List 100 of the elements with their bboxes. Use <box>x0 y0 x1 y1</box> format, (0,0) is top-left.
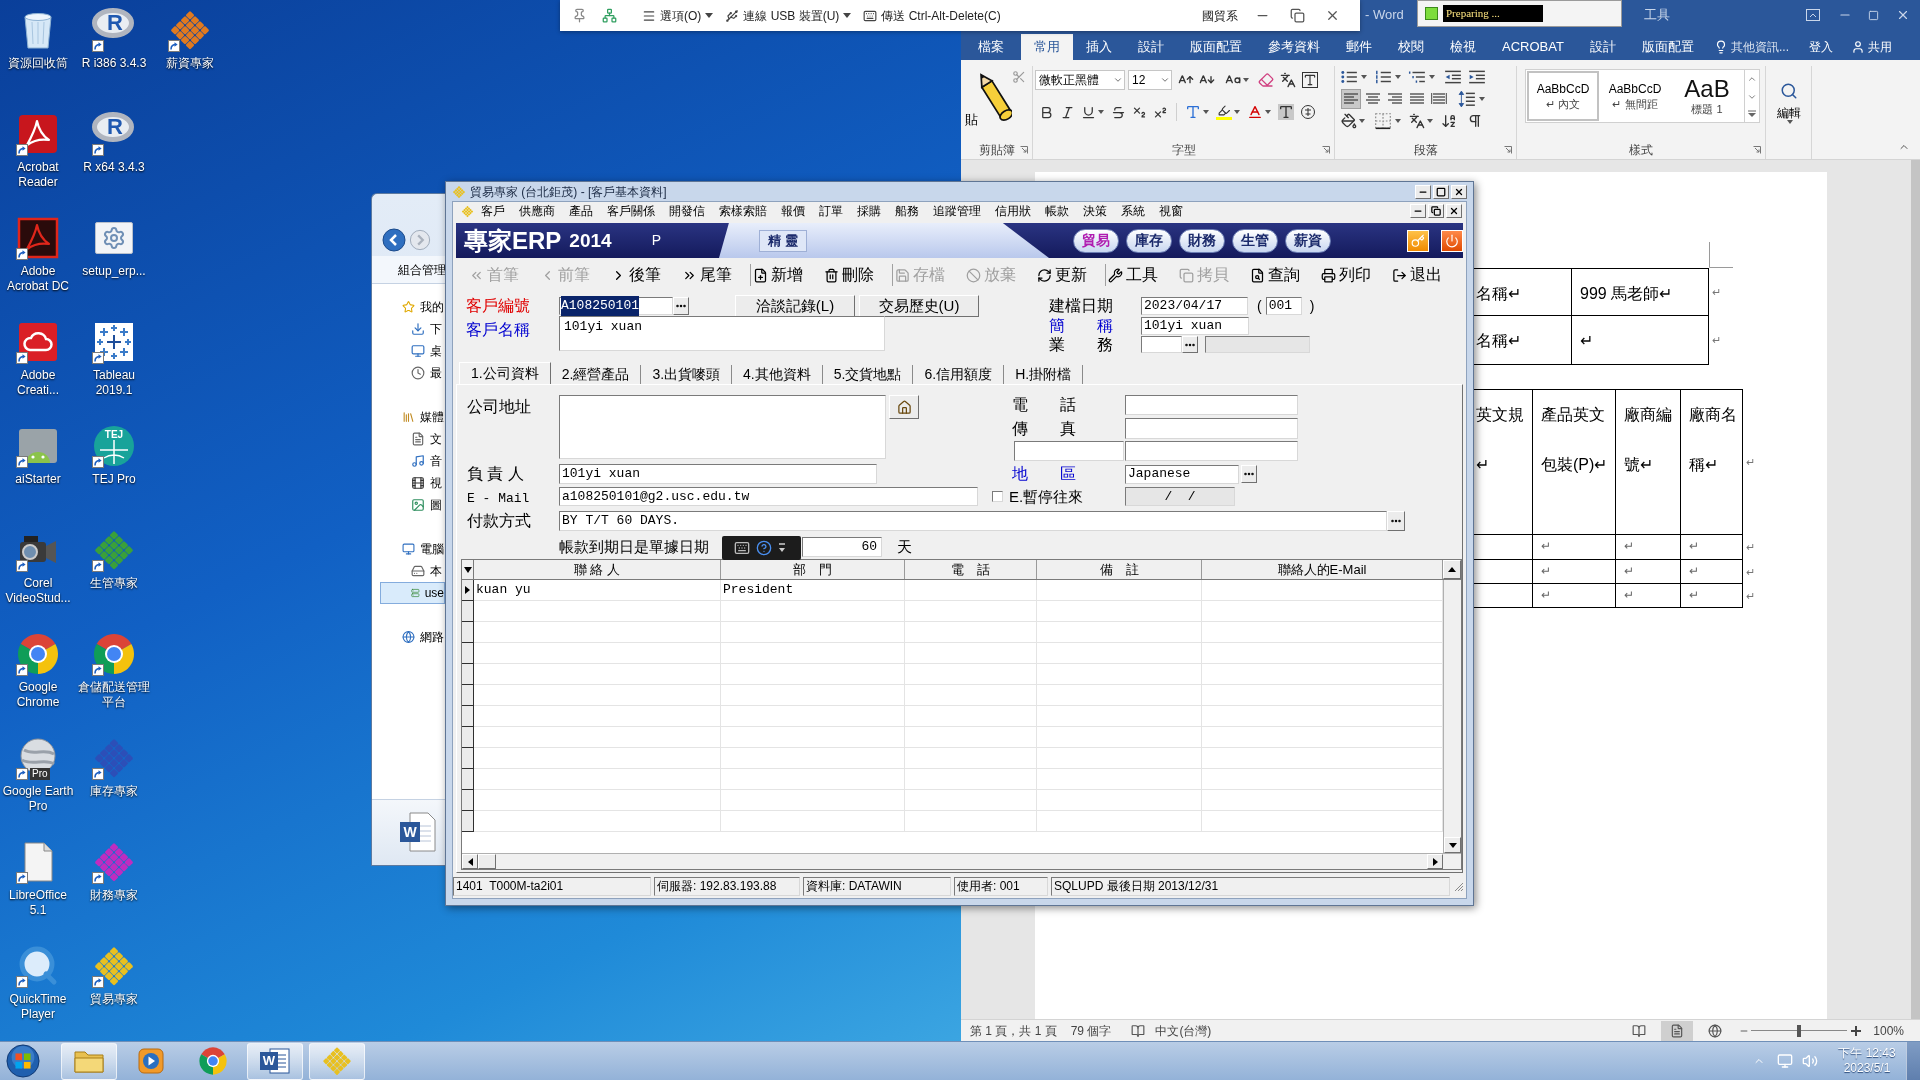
ribbon-tab[interactable]: 郵件 <box>1333 34 1385 60</box>
menu-item[interactable]: 系統 <box>1114 202 1152 220</box>
desktop-icon-label[interactable]: 庫存專家 <box>90 784 138 799</box>
checkbox-label[interactable]: E.暫停往來 <box>1009 487 1125 506</box>
column-header[interactable]: 備 註 <box>1037 560 1202 579</box>
resize-grip-icon[interactable] <box>1454 881 1464 892</box>
horizontal-scrollbar[interactable] <box>462 853 1461 869</box>
row-header[interactable] <box>462 580 474 601</box>
address-button[interactable] <box>889 395 919 419</box>
desktop-icon-label[interactable]: 倉儲配送管理平台 <box>77 680 151 710</box>
desktop-icon-label[interactable]: setup_erp... <box>82 264 146 279</box>
segmented-circle-icon[interactable] <box>16 632 60 676</box>
dialog-launcher-icon[interactable] <box>1504 146 1512 155</box>
cloud-tile-icon[interactable] <box>16 320 60 364</box>
toolbar-button[interactable]: 新增 <box>753 262 819 288</box>
swirl-tile-icon[interactable] <box>16 216 60 260</box>
nav-item[interactable]: 本 <box>380 560 445 582</box>
shaded-letter-icon[interactable] <box>1278 104 1294 120</box>
desktop-icon-label[interactable]: Adobe Acrobat DC <box>1 264 75 294</box>
swirl-tile-icon[interactable] <box>16 112 60 156</box>
outlined-letter-icon[interactable] <box>1185 104 1201 120</box>
desktop-icon-label[interactable]: Google Earth Pro <box>1 784 75 814</box>
column-header[interactable]: 聯 絡 人 <box>474 560 721 579</box>
row-header[interactable] <box>462 685 474 706</box>
checkbox[interactable] <box>992 491 1003 502</box>
start-button[interactable] <box>3 1042 43 1080</box>
paste-label[interactable]: 貼 <box>965 112 978 128</box>
ribbon-tab[interactable]: 檔案 <box>961 34 1021 60</box>
italic-icon[interactable] <box>1060 104 1075 120</box>
toolbar-button[interactable]: 查詢 <box>1250 262 1316 288</box>
form-tab[interactable]: 4.其他資料 <box>732 365 823 384</box>
minimize-button[interactable] <box>1410 204 1426 218</box>
days-field[interactable]: 60 <box>802 537 882 557</box>
eraser-icon[interactable] <box>1258 72 1274 88</box>
menu-item[interactable]: 客戶關係 <box>600 202 662 220</box>
row-header[interactable] <box>462 790 474 811</box>
menu-item[interactable]: 帳款 <box>1038 202 1076 220</box>
ribbon-display-icon[interactable] <box>1806 9 1820 21</box>
menu-item[interactable]: 決策 <box>1076 202 1114 220</box>
power-icon[interactable] <box>1441 229 1463 252</box>
menu-item[interactable]: 報價 <box>774 202 812 220</box>
caret-icon[interactable] <box>1359 119 1365 123</box>
segmented-circle-icon[interactable] <box>92 632 136 676</box>
fax-field[interactable] <box>1125 418 1298 439</box>
caret-icon[interactable] <box>1427 119 1433 123</box>
nav-item[interactable]: 音 <box>380 450 445 472</box>
subscript-icon[interactable] <box>1132 104 1147 120</box>
row-header[interactable] <box>462 727 474 748</box>
desktop-icon-label[interactable]: 貿易專家 <box>90 992 138 1007</box>
ribbon-tab[interactable]: 版面配置 <box>1628 34 1707 60</box>
close-icon[interactable] <box>1325 8 1340 23</box>
pin-icon[interactable] <box>572 8 587 23</box>
form-tab[interactable]: H.掛附檔 <box>1004 365 1084 384</box>
open-book-icon[interactable] <box>1131 1023 1146 1038</box>
style-item[interactable]: AaB 標題 1 <box>1671 71 1743 121</box>
desktop-icon-label[interactable]: Adobe Creati... <box>1 368 75 398</box>
desktop-icon-label[interactable]: 薪資專家 <box>166 56 214 71</box>
line-spacing-icon[interactable] <box>1457 89 1477 109</box>
ellipsis-button[interactable] <box>1241 465 1257 483</box>
module-button[interactable]: 貿易 <box>1073 228 1119 253</box>
desktop-icon-label[interactable]: aiStarter <box>15 472 61 487</box>
letter-r-logo-icon[interactable]: R <box>92 112 136 143</box>
caret-icon[interactable] <box>1234 110 1240 114</box>
languages-icon[interactable] <box>1409 113 1425 129</box>
desktop-icon-label[interactable]: 資源回收筒 <box>8 56 68 71</box>
form-tab[interactable]: 5.交貨地點 <box>822 365 914 384</box>
boxed-letter-icon[interactable] <box>1302 72 1318 88</box>
style-item[interactable]: AaBbCcD ↵ 內文 <box>1527 71 1599 121</box>
desktop-icon-label[interactable]: Acrobat Reader <box>1 160 75 190</box>
desktop-icon-label[interactable]: R x64 3.4.3 <box>83 160 145 175</box>
sort-az-icon[interactable] <box>1441 113 1457 129</box>
font-size-dropdown[interactable]: 12 <box>1128 70 1172 90</box>
letter-r-logo-icon[interactable]: R <box>92 8 136 39</box>
minimize-button[interactable] <box>1415 184 1431 199</box>
nav-item[interactable]: 網路 <box>380 626 445 648</box>
desktop-icon-label[interactable]: 生管專家 <box>90 576 138 591</box>
toolbar-button[interactable]: 更新 <box>1037 262 1103 288</box>
diamond-grid-icon[interactable] <box>92 736 136 780</box>
segmented-circle-icon[interactable] <box>198 1046 228 1076</box>
scroll-thumb[interactable] <box>478 854 496 869</box>
taskbar-button[interactable]: W <box>247 1042 303 1080</box>
ribbon-tab[interactable]: 版面配置 <box>1177 34 1255 60</box>
row-header[interactable] <box>462 601 474 622</box>
minimize-caret-icon[interactable] <box>778 543 786 553</box>
menu-item[interactable]: 採購 <box>850 202 888 220</box>
email-field[interactable]: a108250101@g2.usc.edu.tw <box>559 487 978 506</box>
maximize-icon[interactable] <box>1868 9 1879 21</box>
input-field[interactable] <box>1014 441 1124 461</box>
phone-field[interactable] <box>1125 395 1298 415</box>
lightbulb-icon[interactable] <box>1714 40 1728 54</box>
help-icon[interactable] <box>756 540 772 556</box>
keyboard-icon[interactable] <box>734 540 750 556</box>
row-header[interactable] <box>462 706 474 727</box>
customer-name-field[interactable]: 101yi xuan <box>559 316 885 351</box>
scroll-down-button[interactable] <box>1444 837 1461 853</box>
caret-icon[interactable] <box>1395 75 1401 79</box>
nav-item[interactable]: 電腦 <box>380 538 445 560</box>
font-name-dropdown[interactable]: 微軟正黑體 <box>1035 70 1125 90</box>
language-label[interactable]: 中文(台灣) <box>1155 1021 1212 1040</box>
editing-button[interactable]: 編輯 <box>1776 82 1801 124</box>
